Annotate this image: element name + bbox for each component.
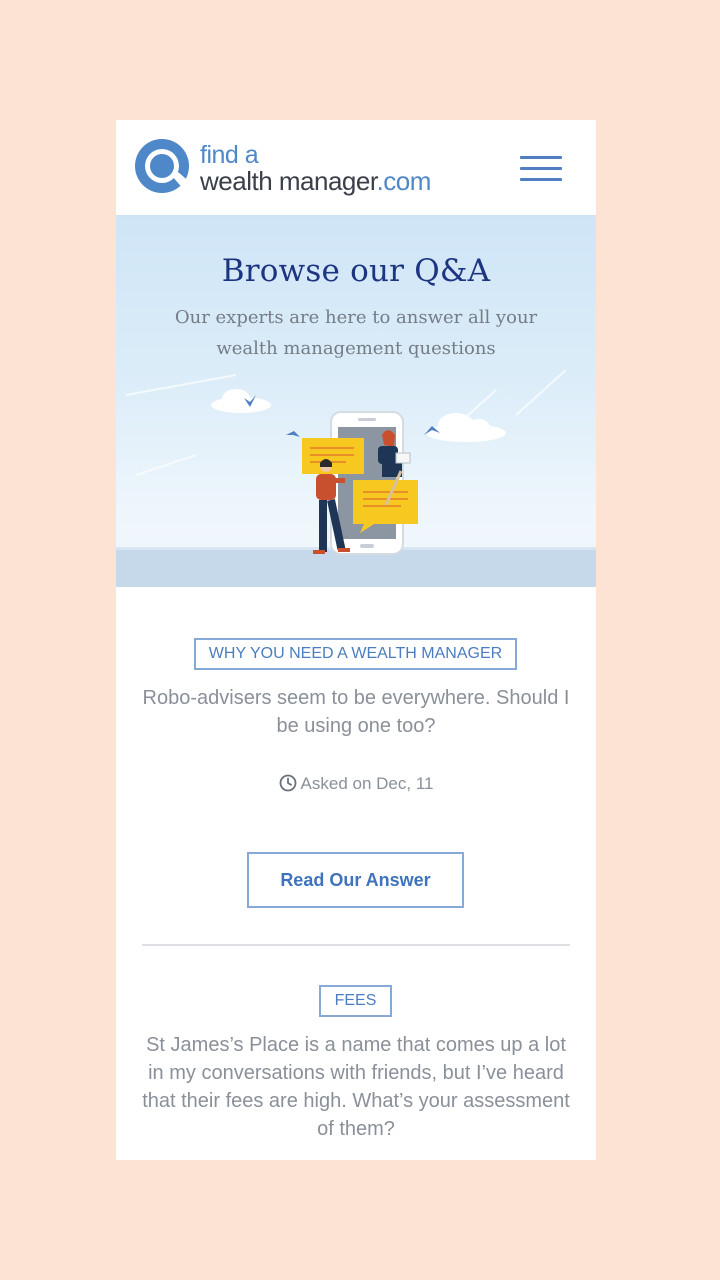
question-text[interactable]: Robo-advisers seem to be everywhere. Sho… <box>136 684 576 740</box>
hero-subtitle-line-2: wealth management questions <box>216 338 496 359</box>
qa-item: WHY YOU NEED A WEALTH MANAGER Robo-advis… <box>116 587 596 947</box>
logo-text-com: .com <box>376 166 432 196</box>
category-tag[interactable]: WHY YOU NEED A WEALTH MANAGER <box>194 638 517 670</box>
hero-subtitle: Our experts are here to answer all your … <box>156 302 556 364</box>
question-text[interactable]: St James’s Place is a name that comes up… <box>136 1031 576 1143</box>
asked-date: Asked on Dec, 11 <box>116 773 596 795</box>
hero-subtitle-line-1: Our experts are here to answer all your <box>174 307 538 328</box>
hero-banner: Browse our Q&A Our experts are here to a… <box>116 215 596 587</box>
asked-date-text: Asked on Dec, 11 <box>300 774 434 793</box>
divider <box>142 944 570 946</box>
site-logo[interactable]: find a wealth manager.com <box>134 138 454 198</box>
hero-title: Browse our Q&A <box>221 253 491 289</box>
qa-item: FEES St James’s Place is a name that com… <box>116 947 596 1160</box>
site-header: find a wealth manager.com <box>116 120 596 215</box>
hamburger-menu-icon[interactable] <box>520 156 564 182</box>
clock-icon <box>279 774 296 792</box>
logo-text-find-a: find a <box>200 141 259 169</box>
logo-text-domain: wealth manager.com <box>200 166 431 196</box>
read-answer-button[interactable]: Read Our Answer <box>247 852 464 908</box>
category-tag[interactable]: FEES <box>319 985 392 1017</box>
logo-magnifier-icon <box>135 139 192 193</box>
hero-illustration <box>116 369 596 587</box>
logo-text-wealth-manager: wealth manager <box>200 166 377 196</box>
page-card: find a wealth manager.com Browse our Q&A… <box>116 120 596 1160</box>
